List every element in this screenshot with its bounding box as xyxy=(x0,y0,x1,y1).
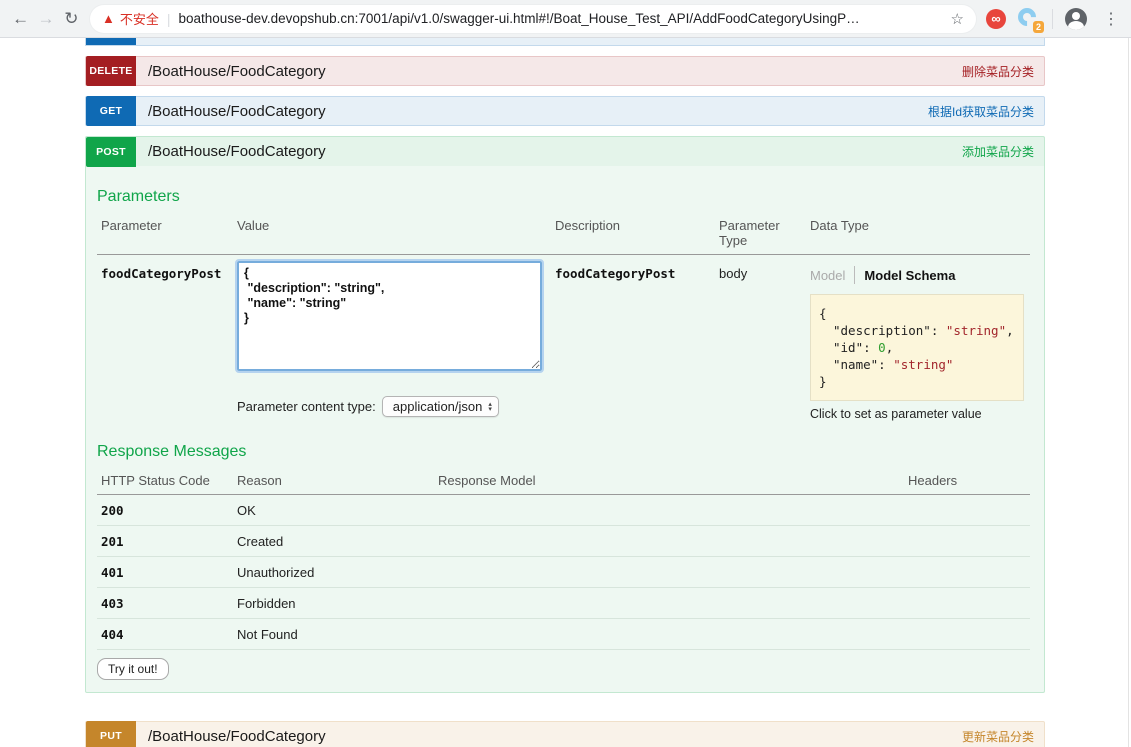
parameter-name: foodCategoryPost xyxy=(101,266,222,281)
reload-icon[interactable]: ↻ xyxy=(59,9,84,29)
status-code: 200 xyxy=(101,502,124,518)
security-warning-label[interactable]: 不安全 xyxy=(120,9,159,28)
scrollbar[interactable] xyxy=(1128,38,1129,747)
response-row: 403 Forbidden xyxy=(97,588,1030,619)
get-summary[interactable]: 根据Id获取菜品分类 xyxy=(928,103,1034,120)
col-headers: Headers xyxy=(908,473,958,488)
model-schema-snippet[interactable]: { "description": "string", "id": 0, "nam… xyxy=(810,294,1024,401)
col-http-status-code: HTTP Status Code xyxy=(101,473,210,488)
select-arrows-icon: ▴ ▾ xyxy=(488,400,492,413)
bookmark-star-icon[interactable]: ☆ xyxy=(951,10,964,28)
tab-model[interactable]: Model xyxy=(810,268,845,283)
schema-hint: Click to set as parameter value xyxy=(810,407,982,421)
schema-open: { xyxy=(819,306,827,321)
col-parameter: Parameter xyxy=(101,218,162,233)
put-summary[interactable]: 更新菜品分类 xyxy=(962,728,1034,745)
get-path[interactable]: /BoatHouse/FoodCategory xyxy=(148,103,326,120)
col-parameter-type: Parameter Type xyxy=(719,218,780,248)
extension-infinity-icon[interactable]: ∞ xyxy=(985,8,1006,29)
col-data-type: Data Type xyxy=(810,218,870,233)
get-method-badge[interactable]: GET xyxy=(86,96,136,126)
response-messages-heading: Response Messages xyxy=(97,443,247,460)
content-type-select[interactable]: application/json ▴ ▾ xyxy=(381,396,499,417)
extensions-area: ∞ 2 ⋮ xyxy=(985,3,1123,33)
delete-method-badge[interactable]: DELETE xyxy=(86,56,136,86)
parameter-row: foodCategoryPost { "description": "strin… xyxy=(97,255,1030,421)
extension-badge: 2 xyxy=(1032,20,1044,33)
endpoint-row-partial[interactable] xyxy=(85,38,1045,46)
delete-summary[interactable]: 删除菜品分类 xyxy=(962,63,1034,80)
schema-line: "id": 0, xyxy=(833,340,894,355)
content-type-label: Parameter content type: xyxy=(237,399,376,414)
parameters-heading: Parameters xyxy=(97,188,180,205)
status-code: 403 xyxy=(101,595,124,611)
tab-model-schema[interactable]: Model Schema xyxy=(864,268,955,283)
model-tab-divider xyxy=(854,266,856,284)
profile-avatar[interactable] xyxy=(1064,7,1087,30)
put-path[interactable]: /BoatHouse/FoodCategory xyxy=(148,728,326,745)
forward-icon[interactable]: → xyxy=(33,9,58,29)
post-summary[interactable]: 添加菜品分类 xyxy=(962,143,1034,160)
browser-toolbar: ← → ↻ ▲ 不安全 | boathouse-dev.devopshub.cn… xyxy=(0,0,1131,38)
parameters-table-header: Parameter Value Description Parameter Ty… xyxy=(97,218,1030,254)
extension-circle-icon[interactable]: 2 xyxy=(1014,3,1044,33)
endpoint-row-get[interactable]: GET /BoatHouse/FoodCategory 根据Id获取菜品分类 xyxy=(85,96,1045,126)
schema-line: "description": "string", xyxy=(833,323,1014,338)
endpoint-row-post[interactable]: POST /BoatHouse/FoodCategory 添加菜品分类 xyxy=(85,136,1045,167)
avatar-body xyxy=(1067,20,1084,30)
omnibox-divider: | xyxy=(166,10,171,27)
status-reason: Created xyxy=(237,533,284,549)
post-path[interactable]: /BoatHouse/FoodCategory xyxy=(148,143,326,160)
parameter-value-input[interactable]: { "description": "string", "name": "stri… xyxy=(235,259,544,373)
url-text[interactable]: boathouse-dev.devopshub.cn:7001/api/v1.0… xyxy=(179,11,943,26)
status-code: 404 xyxy=(101,626,124,642)
post-method-badge[interactable]: POST xyxy=(86,136,136,167)
schema-line: "name": "string" xyxy=(833,357,954,372)
get-badge-partial xyxy=(86,38,136,45)
content-type-value: application/json xyxy=(392,399,483,414)
status-reason: Unauthorized xyxy=(237,564,315,580)
status-code: 401 xyxy=(101,564,124,580)
schema-close: } xyxy=(819,374,827,389)
col-value: Value xyxy=(237,218,270,233)
address-bar[interactable]: ▲ 不安全 | boathouse-dev.devopshub.cn:7001/… xyxy=(89,4,976,33)
try-it-out-button[interactable]: Try it out! xyxy=(97,658,169,680)
delete-path[interactable]: /BoatHouse/FoodCategory xyxy=(148,63,326,80)
post-expanded-panel: Parameters Parameter Value Description P… xyxy=(85,166,1045,693)
avatar-head xyxy=(1071,11,1080,20)
back-icon[interactable]: ← xyxy=(8,9,33,29)
response-row: 404 Not Found xyxy=(97,619,1030,650)
response-row: 401 Unauthorized xyxy=(97,557,1030,588)
col-response-model: Response Model xyxy=(438,473,536,488)
response-row: 201 Created xyxy=(97,526,1030,557)
col-reason: Reason xyxy=(237,473,282,488)
status-code: 201 xyxy=(101,533,124,549)
response-table-header: HTTP Status Code Reason Response Model H… xyxy=(97,473,1030,494)
parameter-description: foodCategoryPost xyxy=(555,266,676,281)
status-reason: Forbidden xyxy=(237,595,296,611)
parameter-type-value: body xyxy=(719,266,748,281)
model-tabs: Model Model Schema xyxy=(810,261,1030,284)
swagger-page: DELETE /BoatHouse/FoodCategory 删除菜品分类 GE… xyxy=(0,38,1131,747)
toolbar-divider xyxy=(1051,8,1053,29)
browser-menu-icon[interactable]: ⋮ xyxy=(1099,9,1123,29)
status-reason: OK xyxy=(237,502,256,518)
col-description: Description xyxy=(555,218,621,233)
put-method-badge[interactable]: PUT xyxy=(86,721,136,747)
security-warning-icon[interactable]: ▲ xyxy=(102,11,115,26)
endpoint-row-put[interactable]: PUT /BoatHouse/FoodCategory 更新菜品分类 xyxy=(85,721,1045,747)
endpoint-row-delete[interactable]: DELETE /BoatHouse/FoodCategory 删除菜品分类 xyxy=(85,56,1045,86)
status-reason: Not Found xyxy=(237,626,298,642)
response-row: 200 OK xyxy=(97,495,1030,526)
